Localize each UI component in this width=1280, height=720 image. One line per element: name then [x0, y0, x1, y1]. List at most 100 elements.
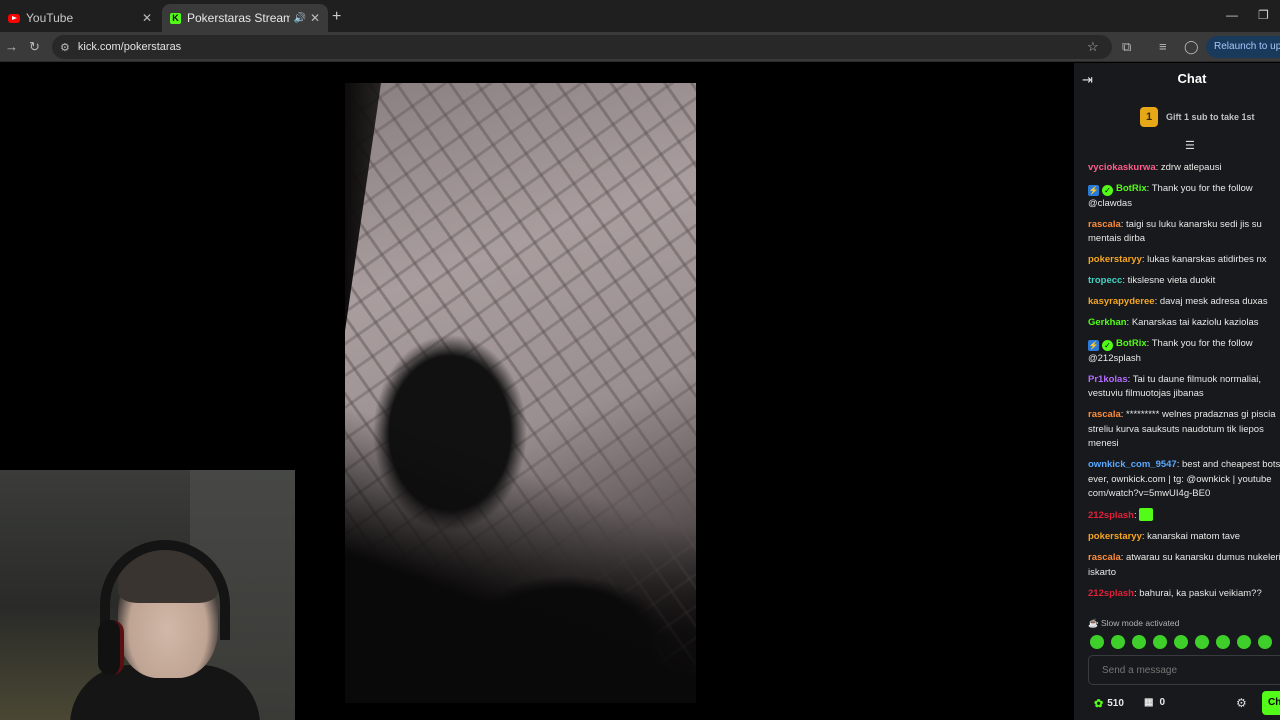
- relaunch-button[interactable]: Relaunch to update: [1206, 36, 1280, 58]
- store-icon: ▦: [1144, 697, 1154, 708]
- store-button[interactable]: ▦ 0: [1144, 697, 1165, 708]
- verified-badge-icon: ✓: [1102, 185, 1113, 196]
- reload-icon[interactable]: ↻: [29, 39, 40, 55]
- emote-quick-bar: [1090, 635, 1272, 649]
- chat-message-text: : bahurai, ka paskui veikiam??: [1133, 587, 1262, 599]
- chat-username[interactable]: ownkick_com_9547: [1088, 459, 1177, 470]
- chat-message: kasyrapyderee: davaj mesk adresa duxas: [1088, 295, 1280, 310]
- emote-icon[interactable]: [1153, 635, 1167, 649]
- chat-footer: ✿510 ▦0 ⚙ Chat: [1074, 691, 1280, 719]
- headset-earcup: [98, 620, 124, 675]
- emote-icon[interactable]: [1237, 635, 1251, 649]
- chat-username[interactable]: 212splash: [1088, 588, 1134, 599]
- rank-medal-icon: 1: [1140, 107, 1158, 127]
- filter-icon[interactable]: ☰: [1185, 139, 1195, 152]
- channel-points[interactable]: ✿ 510: [1094, 697, 1124, 710]
- chat-message: ⚡ ✓ BotRix: Thank you for the follow @212s…: [1088, 337, 1280, 366]
- chat-message-text: : zdrw atlepausi: [1155, 162, 1222, 173]
- chat-username[interactable]: Pr1kolas: [1088, 374, 1128, 385]
- emote-icon[interactable]: [1258, 635, 1272, 649]
- chat-username[interactable]: BotRix: [1116, 183, 1147, 194]
- chat-messages: vyciokaskurwa: zdrw atlepausi ⚡ ✓ BotRix: T…: [1088, 161, 1280, 608]
- chat-message-text: : tikslesne vieta duokit: [1122, 275, 1216, 286]
- chat-username[interactable]: vyciokaskurwa: [1088, 162, 1156, 173]
- chat-message: ⚡ ✓ BotRix: Thank you for the follow @claw…: [1088, 182, 1280, 211]
- chat-message: vyciokaskurwa: zdrw atlepausi: [1088, 161, 1280, 176]
- url-text: kick.com/pokerstaras: [77, 41, 182, 53]
- chat-username[interactable]: rascala: [1088, 219, 1121, 230]
- bot-badge-icon: ⚡: [1088, 340, 1099, 351]
- kick-icon: K: [170, 12, 181, 24]
- close-tab-icon[interactable]: ✕: [310, 11, 320, 25]
- chat-message: Gerkhan: Kanarskas tai kaziolu kaziolas: [1088, 316, 1280, 331]
- chat-message: pokerstaryy: kanarskai matom tave: [1088, 530, 1280, 545]
- forward-icon[interactable]: →: [5, 39, 18, 54]
- emote-icon[interactable]: [1111, 635, 1125, 649]
- chat-settings-icon[interactable]: ⚙: [1236, 696, 1247, 710]
- chat-username[interactable]: pokerstaryy: [1088, 254, 1142, 265]
- chat-username[interactable]: pokerstaryy: [1088, 531, 1142, 542]
- chat-message-input[interactable]: [1088, 655, 1280, 685]
- stream-video: [345, 83, 696, 703]
- speaker-icon[interactable]: 🔊: [293, 13, 305, 24]
- chat-message: rascala: atwarau su kanarsku dumus nukel…: [1088, 551, 1280, 580]
- chat-username[interactable]: kasyrapyderee: [1088, 296, 1155, 307]
- chat-message-text: : kanarskai matom tave: [1141, 531, 1241, 542]
- chat-message: 212splash:: [1088, 508, 1280, 524]
- chat-message-text: : Thank you for the follow @clawdas: [1088, 183, 1253, 209]
- chat-message-text: : lukas kanarskas atidirbes nx: [1141, 254, 1267, 265]
- browser-tab-bar: YouTube ✕ K Pokerstaras Stream - Watch 🔊…: [0, 0, 1280, 32]
- chat-message: rascala: ********* welnes pradaznas gi p…: [1088, 408, 1280, 452]
- chat-message: 212splash: bahurai, ka paskui veikiam??: [1088, 587, 1280, 602]
- chat-message: ownkick_com_9547: best and cheapest bots…: [1088, 458, 1280, 502]
- gift-text: Gift 1 sub to take 1st: [1166, 112, 1255, 122]
- emote-icon: [1139, 508, 1154, 521]
- verified-badge-icon: ✓: [1102, 340, 1113, 351]
- tab-title: YouTube: [26, 11, 74, 25]
- chat-message: tropecc: tikslesne vieta duokit: [1088, 274, 1280, 289]
- media-control-icon[interactable]: ≡: [1159, 39, 1167, 54]
- chat-username[interactable]: tropecc: [1088, 275, 1122, 286]
- emote-icon[interactable]: [1132, 635, 1146, 649]
- chat-message-text: : Kanarskas tai kaziolu kaziolas: [1126, 317, 1259, 328]
- gift-leaderboard[interactable]: 1 Gift 1 sub to take 1st: [1140, 107, 1255, 127]
- site-info-icon[interactable]: ⚙: [60, 41, 70, 54]
- chat-title: Chat: [1177, 71, 1207, 86]
- points-value: 510: [1107, 698, 1124, 709]
- emote-icon[interactable]: [1090, 635, 1104, 649]
- close-tab-icon[interactable]: ✕: [142, 11, 152, 25]
- browser-toolbar: → ↻ ⚙ kick.com/pokerstaras ☆ ⧉ ≡ ◯ Relau…: [0, 32, 1280, 62]
- slow-mode-notice: ☕ Slow mode activated: [1088, 618, 1180, 628]
- chat-username[interactable]: 212splash: [1088, 510, 1134, 521]
- chat-message: pokerstaryy: lukas kanarskas atidirbes n…: [1088, 253, 1280, 268]
- send-chat-button[interactable]: Chat: [1262, 691, 1280, 715]
- emote-icon[interactable]: [1216, 635, 1230, 649]
- tab-pokerstaras[interactable]: K Pokerstaras Stream - Watch 🔊 ✕: [162, 4, 328, 32]
- chat-username[interactable]: rascala: [1088, 409, 1121, 420]
- new-tab-icon[interactable]: +: [332, 8, 341, 26]
- restore-icon[interactable]: ❐: [1258, 8, 1269, 22]
- tab-youtube[interactable]: YouTube ✕: [0, 4, 160, 32]
- slow-mode-text: Slow mode activated: [1100, 618, 1180, 628]
- webcam-overlay: [0, 470, 295, 720]
- address-bar[interactable]: ⚙ kick.com/pokerstaras: [52, 35, 1112, 59]
- extensions-icon[interactable]: ⧉: [1122, 39, 1131, 55]
- chat-panel: ⇥ Chat 1 Gift 1 sub to take 1st ☰ vyciok…: [1074, 63, 1280, 720]
- profile-icon[interactable]: ◯: [1184, 39, 1199, 55]
- chat-message-text: : davaj mesk adresa duxas: [1154, 296, 1268, 307]
- emote-icon[interactable]: [1174, 635, 1188, 649]
- chat-username[interactable]: Gerkhan: [1088, 317, 1127, 328]
- bot-badge-icon: ⚡: [1088, 185, 1099, 196]
- chat-message-text: : Thank you for the follow @212splash: [1088, 338, 1253, 364]
- chat-username[interactable]: BotRix: [1116, 338, 1147, 349]
- emote-icon[interactable]: [1195, 635, 1209, 649]
- chat-message: rascala: taigi su luku kanarsku sedi jis…: [1088, 218, 1280, 247]
- minimize-icon[interactable]: —: [1226, 8, 1238, 22]
- points-icon: ✿: [1094, 698, 1104, 710]
- chat-message: Pr1kolas: Tai tu daune filmuok normaliai…: [1088, 373, 1280, 402]
- chat-username[interactable]: rascala: [1088, 552, 1121, 563]
- chat-header: ⇥ Chat: [1074, 63, 1280, 95]
- youtube-icon: [8, 13, 20, 23]
- bookmark-star-icon[interactable]: ☆: [1087, 39, 1099, 55]
- tab-title: Pokerstaras Stream - Watch: [187, 11, 291, 25]
